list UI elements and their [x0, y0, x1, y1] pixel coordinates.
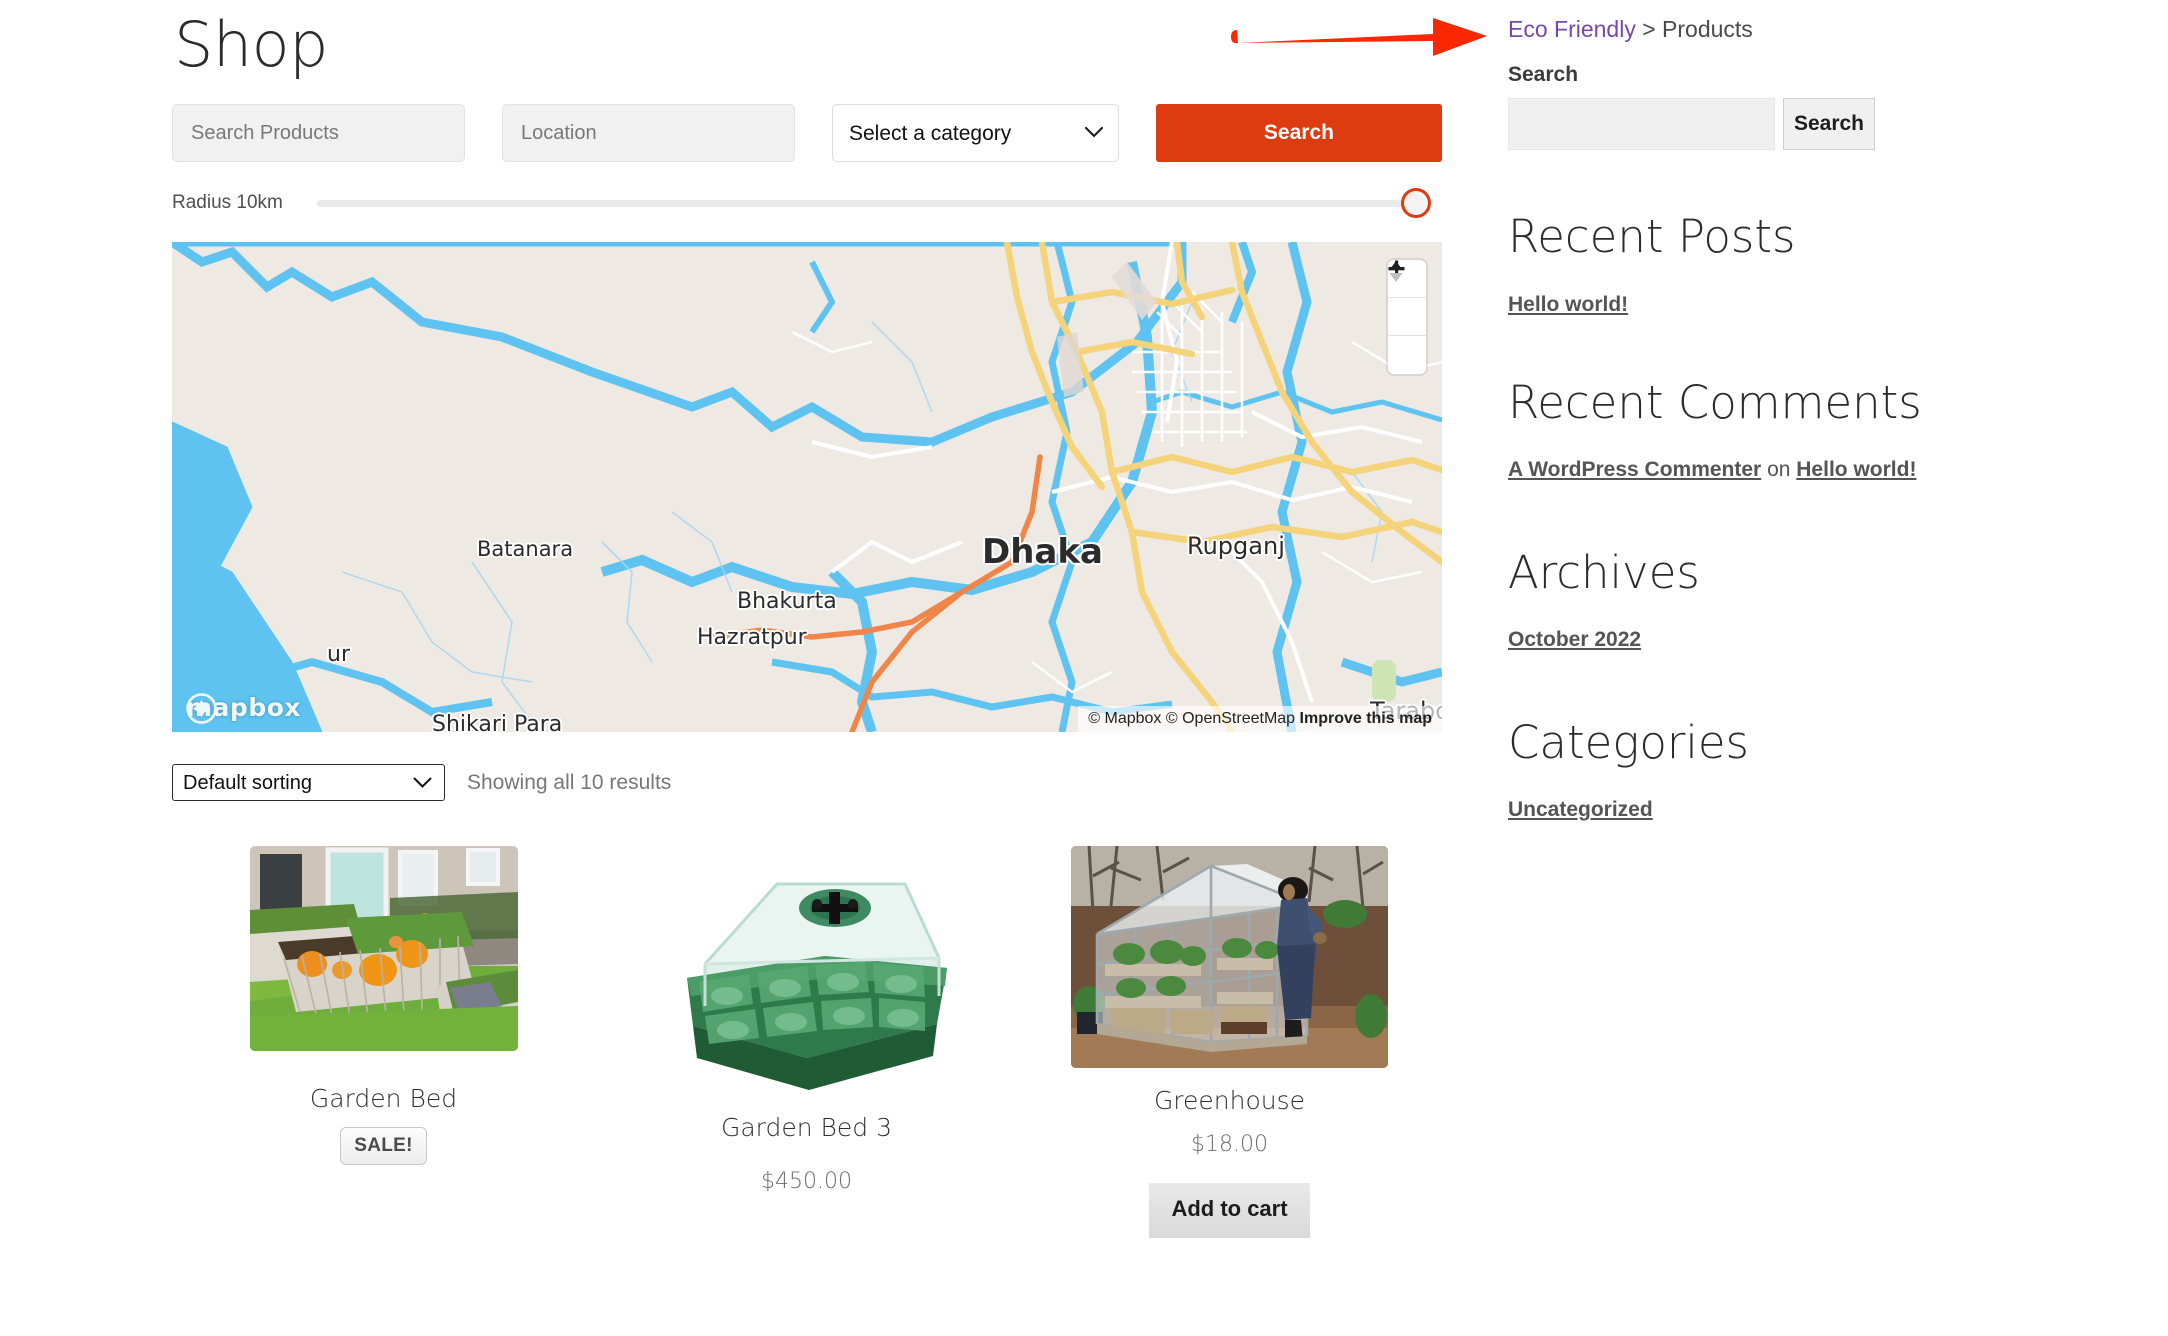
recent-post-link[interactable]: Hello world! — [1508, 293, 1628, 316]
category-select-wrapper: Select a category — [832, 104, 1119, 162]
sale-badge: SALE! — [340, 1127, 427, 1165]
breadcrumb-current: Products — [1662, 16, 1753, 42]
product-price: $450.00 — [761, 1169, 852, 1194]
search-products-input[interactable] — [172, 104, 465, 162]
product-price: $18.00 — [1191, 1132, 1268, 1157]
compass-icon — [1389, 261, 1403, 282]
radius-label: Radius 10km — [172, 192, 283, 213]
category-select[interactable]: Select a category — [832, 104, 1119, 162]
sidebar: Eco Friendly > Products Search Search Re… — [1508, 0, 1928, 832]
sidebar-search-input[interactable] — [1508, 98, 1775, 150]
raised-garden-bed-image — [249, 846, 518, 1051]
breadcrumb: Eco Friendly > Products — [1508, 16, 1928, 43]
widget-recent-comments: Recent Comments A WordPress Commenter on… — [1508, 378, 1928, 486]
product-search-form: Select a category Search — [172, 104, 1442, 162]
widget-list: October 2022 — [1508, 625, 1928, 655]
radius-slider-row: Radius 10km — [172, 188, 1442, 218]
attribution-osm[interactable]: © OpenStreetMap — [1166, 710, 1295, 727]
sort-select[interactable]: Default sorting — [172, 764, 445, 801]
main-content: Shop Select a category Search Radius 10k… — [172, 0, 1442, 1238]
mapbox-mark-icon — [186, 693, 217, 724]
radius-slider-handle[interactable] — [1401, 188, 1431, 218]
mapbox-map[interactable]: DhakaRupganjBatanaraBhakurtaHazratpurTar… — [172, 242, 1442, 732]
category-link[interactable]: Uncategorized — [1508, 798, 1653, 821]
widget-list: A WordPress Commenter on Hello world! — [1508, 455, 1928, 485]
product-name[interactable]: Greenhouse — [1018, 1086, 1441, 1115]
widget-list: Uncategorized — [1508, 795, 1928, 825]
list-item: A WordPress Commenter on Hello world! — [1508, 455, 1928, 485]
widget-categories: Categories Uncategorized — [1508, 718, 1928, 826]
shop-page: Shop Select a category Search Radius 10k… — [0, 0, 2168, 1336]
results-count: Showing all 10 results — [467, 770, 672, 794]
list-item: Hello world! — [1508, 290, 1928, 320]
product-name[interactable]: Garden Bed 3 — [595, 1113, 1018, 1142]
page-title: Shop — [174, 8, 328, 81]
map-canvas — [172, 242, 1442, 732]
product-card[interactable]: Greenhouse $18.00 Add to cart — [1018, 846, 1441, 1238]
map-place-label: Shikari Para — [432, 712, 563, 732]
map-place-label: Hazratpur — [697, 625, 807, 650]
attribution-mapbox[interactable]: © Mapbox — [1088, 710, 1161, 727]
map-place-label: Dhaka — [982, 532, 1103, 572]
map-place-label: Rupganj — [1187, 532, 1285, 560]
comment-author-link[interactable]: A WordPress Commenter — [1508, 458, 1761, 481]
breadcrumb-separator: > — [1635, 16, 1663, 42]
search-button[interactable]: Search — [1155, 104, 1442, 162]
breadcrumb-link-eco-friendly[interactable]: Eco Friendly — [1508, 16, 1636, 42]
map-place-label: Batanara — [477, 537, 574, 561]
list-item: October 2022 — [1508, 625, 1928, 655]
widget-title: Archives — [1508, 545, 1700, 599]
comment-on-text: on — [1761, 458, 1797, 482]
product-name[interactable]: Garden Bed — [172, 1084, 595, 1113]
widget-list: Hello world! — [1508, 290, 1928, 320]
comment-post-link[interactable]: Hello world! — [1796, 458, 1916, 481]
widget-title: Recent Posts — [1508, 210, 1796, 263]
product-image-greenhouse[interactable] — [1071, 846, 1388, 1068]
map-place-label: ur — [327, 642, 350, 667]
product-card[interactable]: Garden Bed 3 $450.00 — [595, 846, 1018, 1238]
mapbox-logo[interactable]: mapbox — [186, 693, 301, 724]
add-to-cart-button[interactable]: Add to cart — [1149, 1183, 1310, 1238]
widget-recent-posts: Recent Posts Hello world! — [1508, 212, 1928, 320]
radius-slider[interactable] — [317, 188, 1431, 218]
attribution-improve-link[interactable]: Improve this map — [1300, 710, 1432, 727]
widget-archives: Archives October 2022 — [1508, 548, 1928, 656]
list-item: Uncategorized — [1508, 795, 1928, 825]
map-controls[interactable] — [1388, 260, 1426, 374]
map-place-label: Bhakurta — [737, 589, 837, 614]
widget-title: Categories — [1508, 715, 1749, 769]
zoom-out-button[interactable] — [1388, 267, 1426, 336]
sort-select-wrapper: Default sorting — [172, 764, 445, 801]
archive-link[interactable]: October 2022 — [1508, 628, 1641, 651]
sidebar-search-form: Search — [1508, 98, 1928, 150]
location-input[interactable] — [502, 104, 795, 162]
product-image-garden-bed[interactable] — [249, 846, 518, 1051]
product-card[interactable]: Garden Bed SALE! — [172, 846, 595, 1238]
widget-title: Recent Comments — [1508, 375, 1922, 429]
catalog-toolbar: Default sorting Showing all 10 results — [172, 764, 1442, 801]
map-attribution: © Mapbox © OpenStreetMap Improve this ma… — [1078, 706, 1442, 732]
product-image-garden-bed-3[interactable] — [656, 846, 957, 1091]
sidebar-search-button[interactable]: Search — [1783, 98, 1875, 150]
compass-button[interactable] — [1388, 261, 1426, 374]
sidebar-search-label: Search — [1508, 63, 1579, 86]
seed-propagator-tray-image — [656, 846, 957, 1091]
greenhouse-image — [1071, 846, 1388, 1068]
product-grid: Garden Bed SALE! Garden Bed 3 $450.00 Gr… — [172, 846, 1442, 1238]
